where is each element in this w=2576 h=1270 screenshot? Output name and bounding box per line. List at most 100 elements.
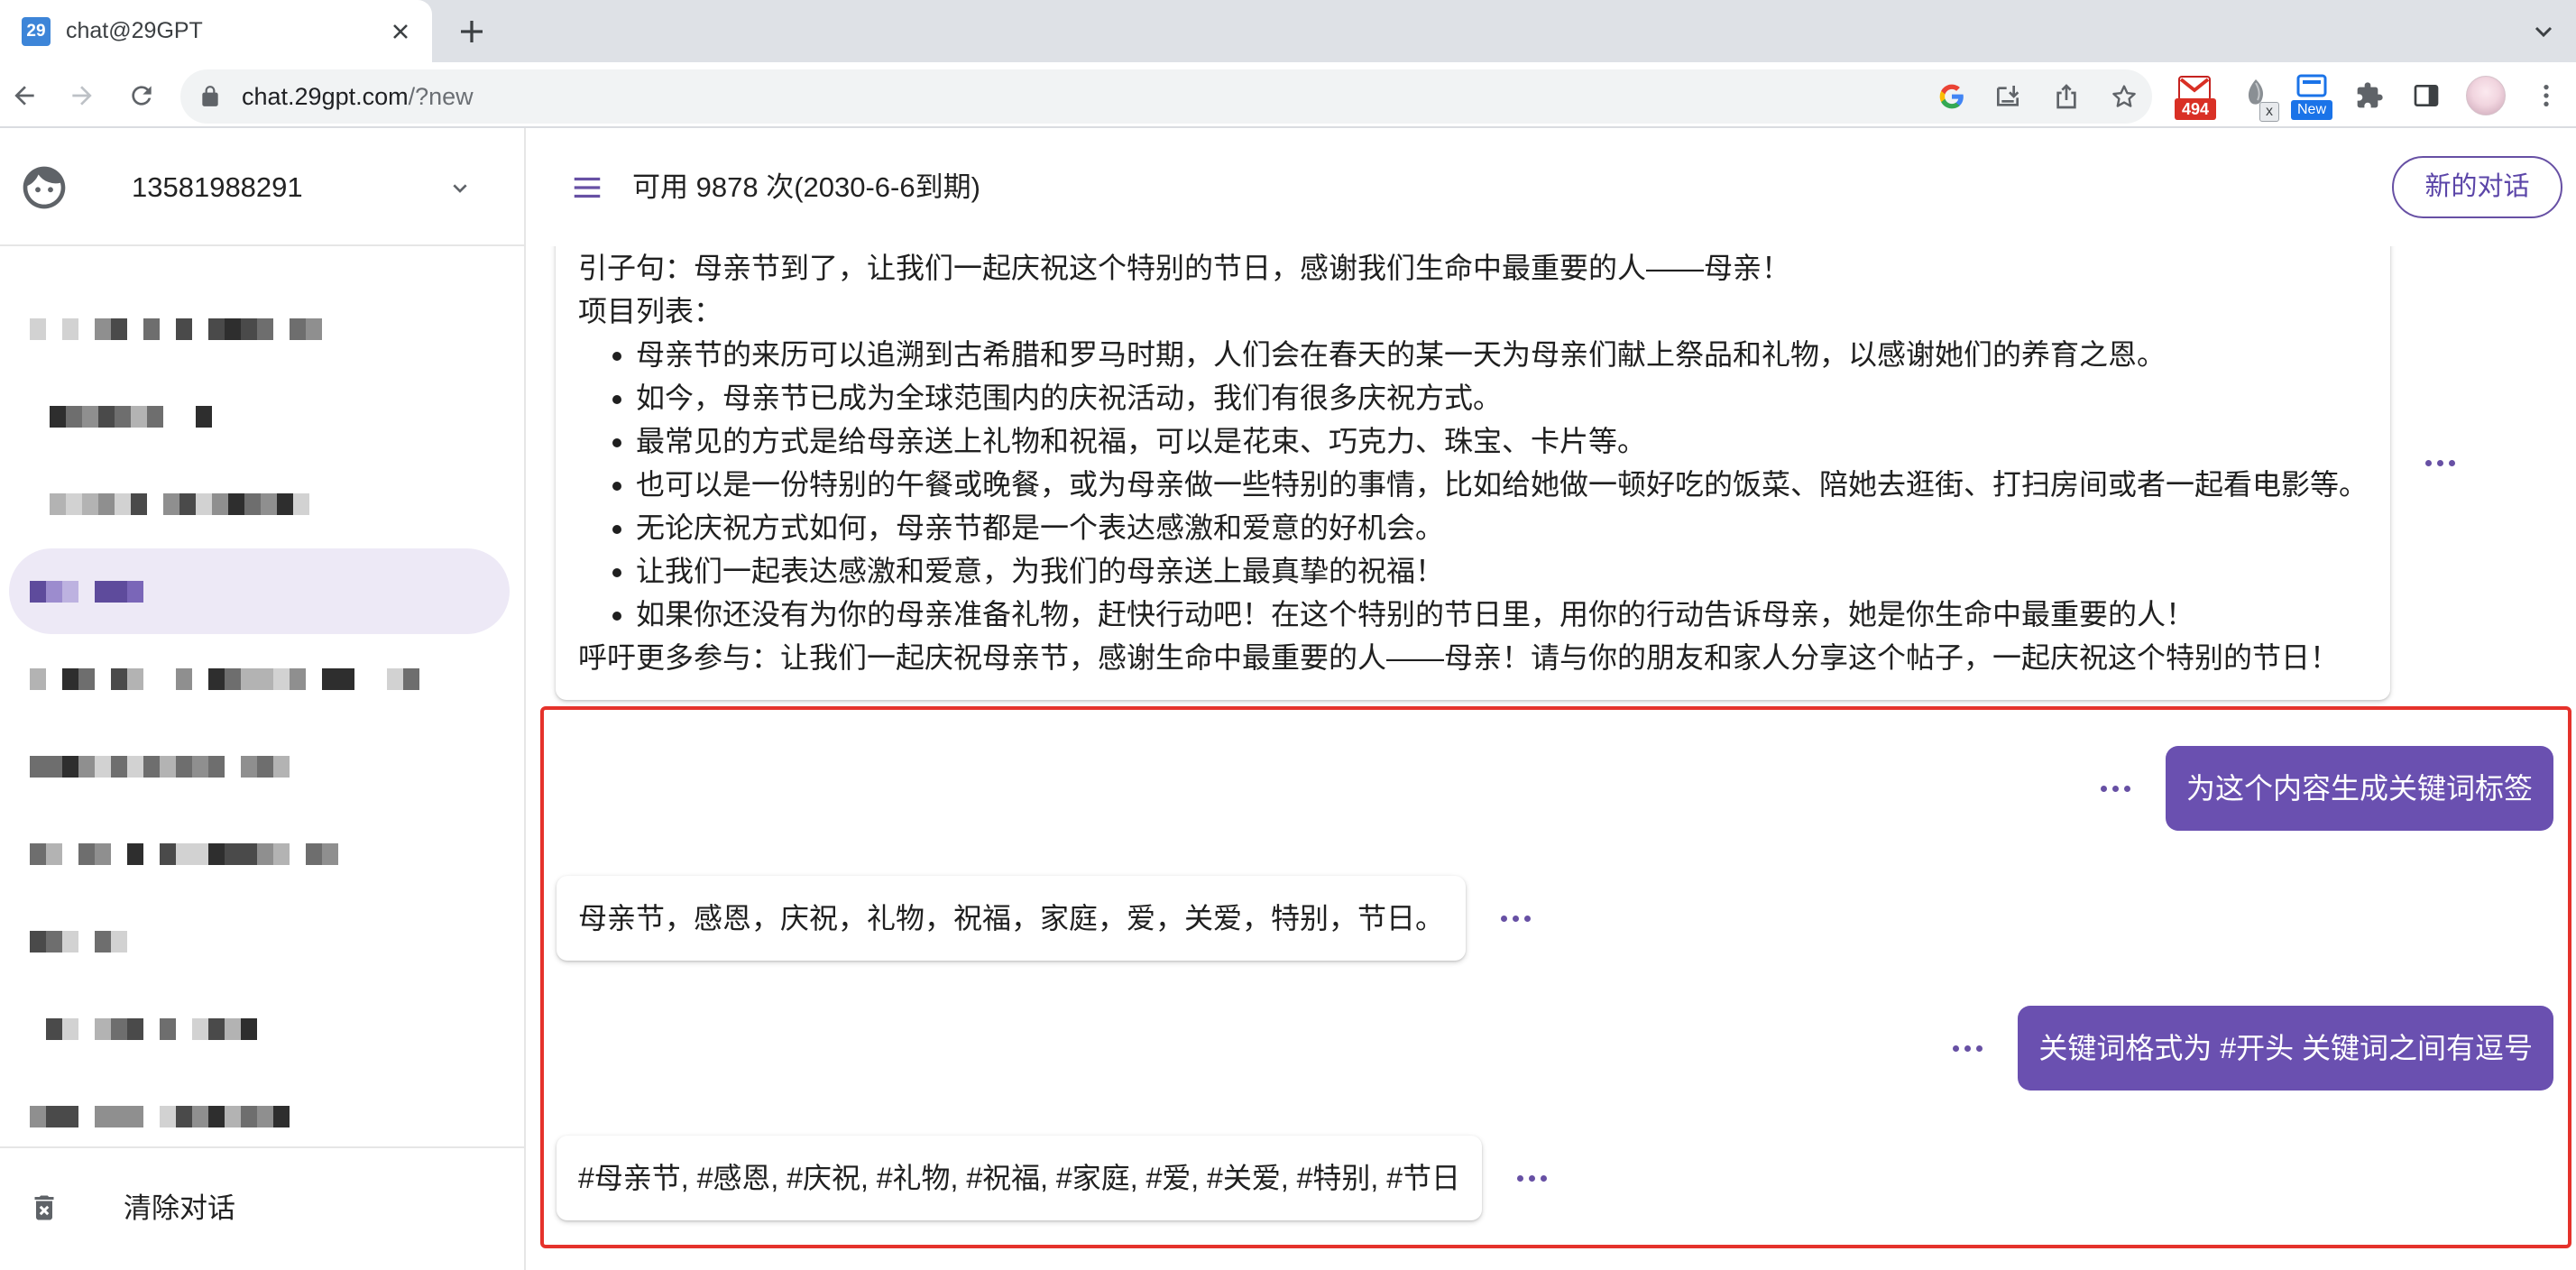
delete-icon (28, 1192, 60, 1224)
conversation-item[interactable] (0, 285, 524, 373)
install-icon[interactable] (1993, 82, 2022, 111)
more-options-icon[interactable] (2100, 779, 2130, 797)
message-row: 母亲节，感恩，庆祝，礼物，祝福，家庭，爱，关爱，特别，节日。 (557, 876, 1532, 961)
url-text[interactable]: chat.29gpt.com/?new (242, 69, 474, 124)
forward-icon[interactable] (68, 81, 97, 110)
account-header[interactable]: 13581988291 (0, 128, 524, 246)
puzzle-icon[interactable] (2355, 81, 2384, 110)
redacted-cell (338, 668, 354, 690)
conversation-item[interactable] (0, 722, 524, 810)
message-row: 为这个内容生成关键词标签 (2100, 746, 2553, 831)
new-tab-icon[interactable] (455, 15, 488, 48)
chevron-down-icon[interactable] (446, 173, 474, 202)
redacted-cell (111, 756, 127, 778)
chat-area[interactable]: 引子句：母亲节到了，让我们一起庆祝这个特别的节日，感谢我们生命中最重要的人——母… (526, 246, 2576, 1270)
redacted-cell (30, 668, 46, 690)
redacted-cell (208, 668, 225, 690)
tab-active[interactable]: 29 chat@29GPT (0, 0, 432, 62)
address-bar[interactable]: chat.29gpt.com/?new (180, 69, 2152, 124)
message-row: #母亲节, #感恩, #庆祝, #礼物, #祝福, #家庭, #爱, #关爱, … (557, 1136, 1548, 1220)
redacted-cell (127, 1018, 143, 1040)
redacted-cell (192, 756, 208, 778)
lock-icon[interactable] (198, 85, 222, 108)
redacted-cell (30, 843, 46, 865)
redacted-cell (95, 1106, 111, 1127)
conversation-item[interactable] (0, 897, 524, 985)
conversation-item[interactable] (0, 373, 524, 460)
star-icon[interactable] (2110, 82, 2139, 111)
redacted-cell (98, 493, 115, 515)
conversation-item[interactable] (0, 1072, 524, 1146)
redacted-cell (46, 581, 62, 603)
back-icon[interactable] (10, 81, 39, 110)
user-message: 为这个内容生成关键词标签 (2165, 746, 2553, 831)
url-path: /?new (408, 83, 474, 110)
more-options-icon[interactable] (1517, 1169, 1548, 1187)
conversation-item[interactable] (0, 985, 524, 1072)
redacted-cell (30, 1106, 46, 1127)
side-panel-icon[interactable] (2412, 81, 2441, 110)
more-options-icon[interactable] (1501, 909, 1532, 927)
new-chat-button[interactable]: 新的对话 (2392, 156, 2562, 218)
redacted-cell (143, 318, 160, 340)
new-extension-badge: New (2291, 100, 2332, 120)
redacted-cell (66, 493, 82, 515)
new-extension-icon[interactable] (2296, 74, 2327, 97)
conversation-item[interactable] (0, 635, 524, 722)
redacted-cell (46, 1018, 62, 1040)
redacted-cell (111, 1018, 127, 1040)
redacted-cell (82, 493, 98, 515)
clear-conversations-button[interactable]: 清除对话 (0, 1146, 524, 1270)
favicon-icon: 29 (22, 17, 51, 46)
conversation-item[interactable] (0, 810, 524, 897)
redacted-cell (127, 756, 143, 778)
redacted-title (0, 1106, 524, 1127)
share-icon[interactable] (2052, 82, 2081, 111)
extension-badge: x (2259, 102, 2279, 122)
redacted-cell (160, 843, 176, 865)
menu-icon[interactable] (2532, 81, 2561, 110)
chevron-down-icon[interactable] (2529, 17, 2558, 46)
redacted-cell (143, 756, 160, 778)
redacted-cell (225, 318, 241, 340)
redacted-cell (241, 668, 257, 690)
redacted-cell (46, 931, 62, 952)
conversation-list (0, 248, 524, 1146)
redacted-cell (127, 1106, 143, 1127)
redacted-cell (95, 756, 111, 778)
assistant-message: 母亲节，感恩，庆祝，礼物，祝福，家庭，爱，关爱，特别，节日。 (557, 876, 1467, 961)
redacted-cell (78, 843, 95, 865)
redacted-cell (241, 1106, 257, 1127)
close-icon[interactable] (388, 19, 413, 44)
google-icon[interactable] (1937, 82, 1966, 111)
gmail-icon[interactable] (2178, 76, 2211, 101)
redacted-cell (111, 318, 127, 340)
redacted-cell (241, 318, 257, 340)
redacted-cell (192, 843, 208, 865)
redacted-cell (82, 406, 98, 428)
reload-icon[interactable] (127, 81, 156, 110)
redacted-cell (127, 843, 143, 865)
list-item: 最常见的方式是给母亲送上礼物和祝福，可以是花束、巧克力、珠宝、卡片等。 (636, 419, 2368, 463)
profile-avatar[interactable] (2466, 76, 2506, 115)
redacted-cell (163, 493, 179, 515)
redacted-cell (78, 668, 95, 690)
redacted-cell (273, 843, 290, 865)
conversation-item[interactable] (0, 548, 524, 635)
redacted-cell (241, 756, 257, 778)
redacted-cell (228, 493, 244, 515)
redacted-cell (111, 1106, 127, 1127)
redacted-cell (322, 668, 338, 690)
redacted-title (0, 1018, 524, 1040)
more-options-icon[interactable] (2425, 455, 2456, 473)
redacted-cell (147, 406, 163, 428)
conversation-item[interactable] (0, 460, 524, 548)
redacted-cell (208, 1018, 225, 1040)
user-message: 关键词格式为 #开头 关键词之间有逗号 (2018, 1006, 2553, 1091)
redacted-cell (176, 1106, 192, 1127)
redacted-cell (95, 1018, 111, 1040)
redacted-cell (176, 843, 192, 865)
hamburger-menu-icon[interactable] (570, 170, 604, 205)
more-options-icon[interactable] (1953, 1039, 1983, 1057)
redacted-cell (160, 1018, 176, 1040)
